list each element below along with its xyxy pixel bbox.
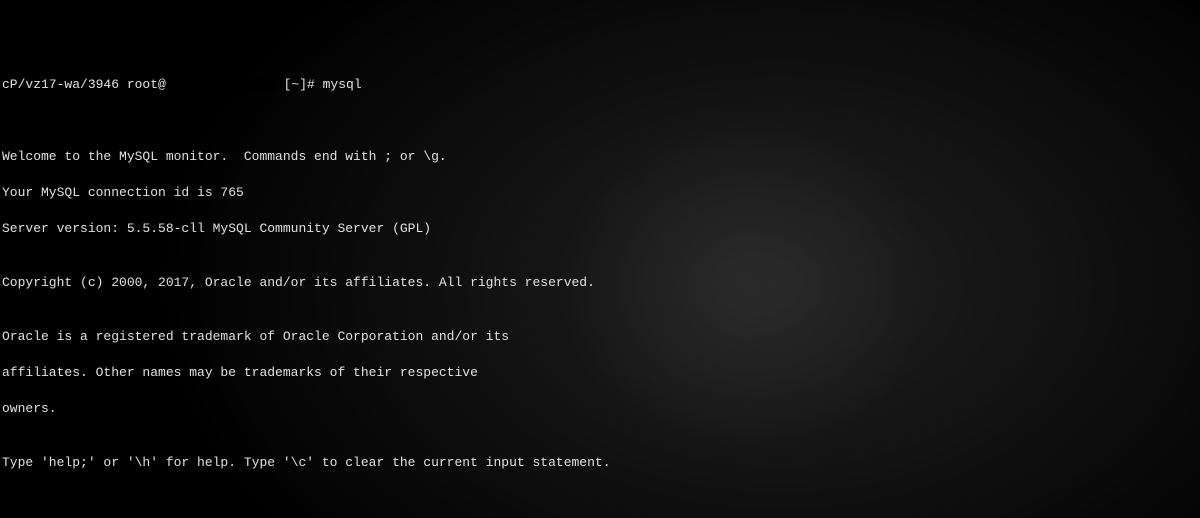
welcome-line: Type 'help;' or '\h' for help. Type '\c'…	[2, 454, 1198, 472]
welcome-line: Welcome to the MySQL monitor. Commands e…	[2, 148, 1198, 166]
welcome-line: Server version: 5.5.58-cll MySQL Communi…	[2, 220, 1198, 238]
shell-prompt-line: cP/vz17-wa/3946 root@ [~]# mysql	[2, 76, 1198, 94]
shell-prompt-right: [~]# mysql	[276, 77, 362, 92]
welcome-line: owners.	[2, 400, 1198, 418]
welcome-line: Oracle is a registered trademark of Orac…	[2, 328, 1198, 346]
welcome-line: Copyright (c) 2000, 2017, Oracle and/or …	[2, 274, 1198, 292]
shell-prompt-left: cP/vz17-wa/3946 root@	[2, 77, 166, 92]
welcome-line: affiliates. Other names may be trademark…	[2, 364, 1198, 382]
redacted-hostname	[166, 78, 276, 92]
welcome-line: Your MySQL connection id is 765	[2, 184, 1198, 202]
